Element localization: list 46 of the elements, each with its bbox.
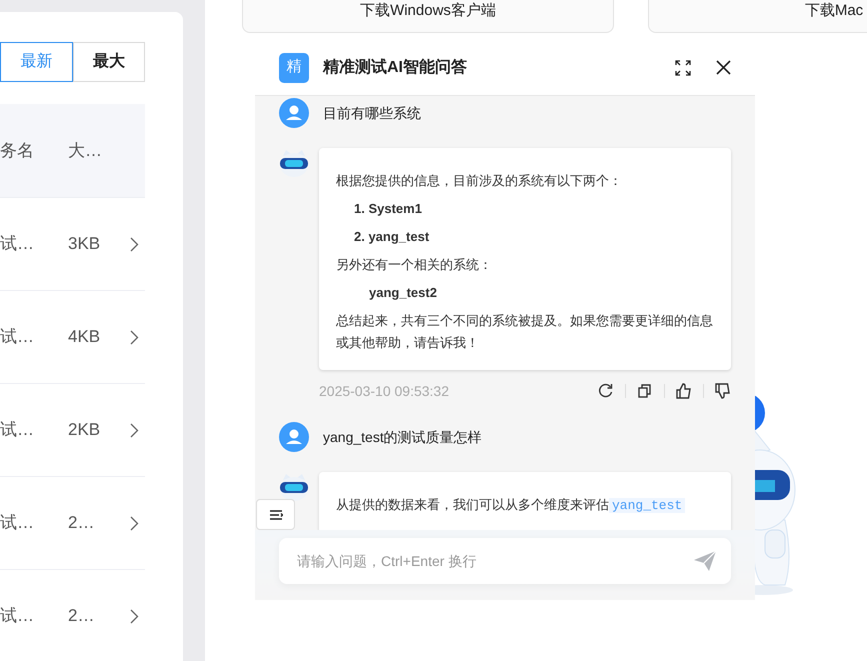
robot-avatar-icon xyxy=(279,472,309,502)
fullscreen-icon[interactable] xyxy=(675,60,691,76)
robot-avatar-icon xyxy=(279,148,309,178)
answer-text: 根据您提供的信息，目前涉及的系统有以下两个： xyxy=(336,172,623,190)
list-item: 2. yang_test xyxy=(353,228,430,246)
table-cell: 4KB xyxy=(68,327,100,346)
chevron-right-icon[interactable] xyxy=(130,516,139,530)
chat-title: 精准测试AI智能问答 xyxy=(323,58,468,78)
column-header: 大… xyxy=(68,140,102,160)
download-card[interactable]: 下载Mac xyxy=(648,0,867,33)
user-avatar-icon xyxy=(279,98,309,128)
logo-badge: 精 xyxy=(279,52,309,82)
close-icon[interactable] xyxy=(716,60,731,75)
table-cell: 试… xyxy=(0,420,34,440)
table-cell: 试… xyxy=(0,513,34,532)
table-cell: 3KB xyxy=(68,234,100,254)
table-cell: 2KB xyxy=(68,420,100,440)
table-cell: 试… xyxy=(0,606,34,626)
copy-icon[interactable] xyxy=(637,383,653,399)
column-header: 务名 xyxy=(0,140,34,160)
user-message: yang_test的测试质量怎样 xyxy=(323,428,482,447)
sort-tab[interactable]: 最大 xyxy=(72,42,145,82)
table-cell: 试… xyxy=(0,234,34,254)
table-cell: 试… xyxy=(0,327,34,346)
thumbs-up-icon[interactable] xyxy=(676,383,692,399)
menu-icon xyxy=(268,508,282,520)
chevron-right-icon[interactable] xyxy=(130,608,139,624)
answer-text: yang_test2 xyxy=(368,284,438,302)
chevron-right-icon[interactable] xyxy=(130,422,139,438)
answer-text: 总结起来，共有三个不同的系统被提及。如果您需要更详细的信息或其他帮助，请告诉我！ xyxy=(336,312,714,352)
chevron-right-icon[interactable] xyxy=(130,330,139,344)
download-card[interactable]: 下载Windows客户端 xyxy=(242,0,614,33)
user-message: 目前有哪些系统 xyxy=(323,104,421,122)
refresh-icon[interactable] xyxy=(598,383,614,399)
answer-text: 另外还有一个相关的系统： xyxy=(336,256,493,274)
table-cell: 2… xyxy=(68,513,94,532)
list-item: 1. System1 xyxy=(353,200,423,218)
inline-code: yang_test xyxy=(609,498,686,513)
answer-text: 从提供的数据来看，我们可以从多个维度来评估 yang_test xyxy=(336,494,714,517)
chevron-right-icon[interactable] xyxy=(130,236,139,252)
user-avatar-icon xyxy=(279,422,309,452)
table-cell: 2… xyxy=(68,606,94,626)
timestamp: 2025-03-10 09:53:32 xyxy=(319,382,450,400)
question-input[interactable]: 请输入问题，Ctrl+Enter 换行 xyxy=(279,538,731,584)
thumbs-down-icon[interactable] xyxy=(715,383,731,399)
menu-button[interactable] xyxy=(256,499,295,530)
